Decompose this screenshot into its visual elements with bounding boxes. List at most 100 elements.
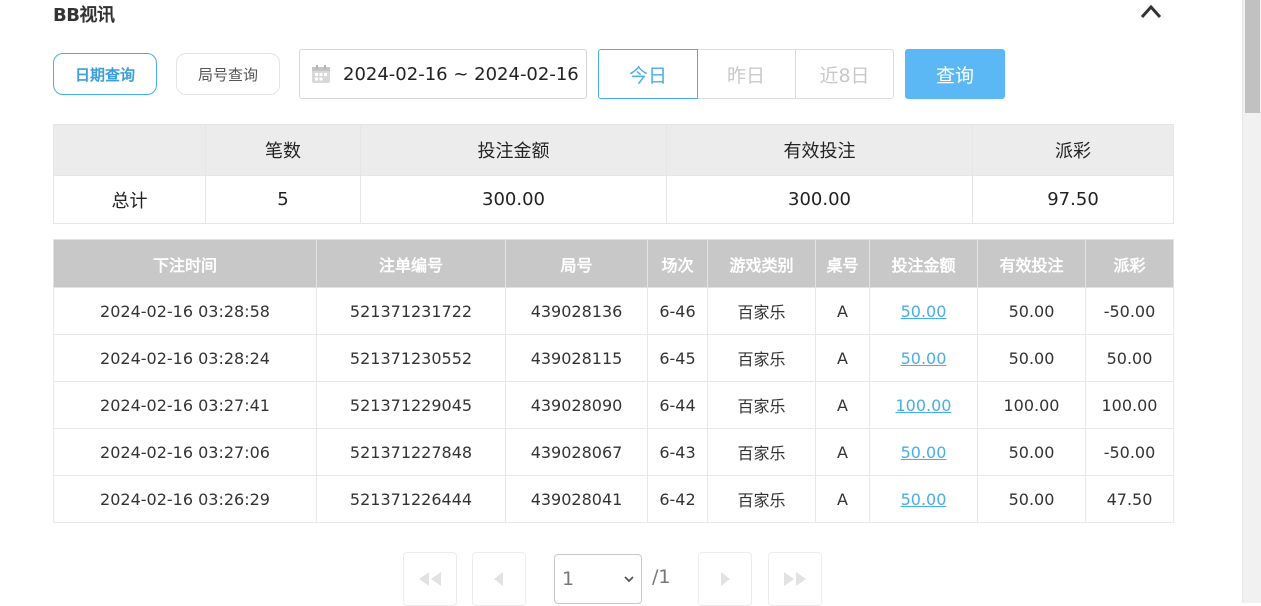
next-page-button[interactable] [698, 552, 752, 606]
records-header-row: 下注时间 注单编号 局号 场次 游戏类别 桌号 投注金额 有效投注 派彩 [53, 239, 1174, 288]
scrollbar-thumb[interactable] [1245, 0, 1260, 113]
calendar-icon [312, 65, 330, 83]
header-bet-no: 注单编号 [316, 239, 506, 288]
cell-bet: 50.00 [869, 334, 978, 382]
cell-time: 2024-02-16 03:27:06 [53, 428, 317, 476]
last-page-icon [784, 572, 806, 586]
cell-valid: 50.00 [977, 475, 1086, 523]
cell-session: 6-45 [647, 334, 708, 382]
header-game-type: 游戏类别 [707, 239, 816, 288]
summary-header-bet: 投注金额 [360, 124, 667, 176]
page-select[interactable]: 1 [554, 554, 642, 604]
cell-session: 6-42 [647, 475, 708, 523]
cell-session: 6-44 [647, 381, 708, 429]
cell-valid: 50.00 [977, 334, 1086, 382]
summary-row: 总计 5 300.00 300.00 97.50 [53, 175, 1174, 224]
header-bet-amount: 投注金额 [869, 239, 978, 288]
last-8-days-button[interactable]: 近8日 [795, 49, 894, 99]
cell-bet: 50.00 [869, 287, 978, 335]
cell-game: 百家乐 [707, 381, 816, 429]
first-page-icon [419, 572, 441, 586]
cell-round: 439028041 [505, 475, 648, 523]
cell-valid: 50.00 [977, 287, 1086, 335]
yesterday-button[interactable]: 昨日 [697, 49, 796, 99]
cell-session: 6-43 [647, 428, 708, 476]
page-select-value: 1 [562, 568, 575, 590]
cell-time: 2024-02-16 03:28:24 [53, 334, 317, 382]
prev-page-button[interactable] [472, 552, 526, 606]
summary-table: 笔数 投注金额 有效投注 派彩 总计 5 300.00 300.00 97.50 [53, 124, 1174, 224]
date-range-value: 2024-02-16 ~ 2024-02-16 [343, 63, 579, 85]
bet-amount-link[interactable]: 50.00 [901, 302, 947, 321]
summary-bet: 300.00 [360, 175, 667, 224]
prev-page-icon [494, 572, 503, 586]
cell-bet-no: 521371231722 [316, 287, 506, 335]
cell-time: 2024-02-16 03:28:58 [53, 287, 317, 335]
cell-table: A [815, 381, 870, 429]
header-session: 场次 [647, 239, 708, 288]
cell-bet-no: 521371226444 [316, 475, 506, 523]
header-round: 局号 [505, 239, 648, 288]
cell-round: 439028067 [505, 428, 648, 476]
cell-round: 439028115 [505, 334, 648, 382]
header-bet-time: 下注时间 [53, 239, 317, 288]
table-row: 2024-02-16 03:27:06 521371227848 4390280… [53, 428, 1174, 476]
today-button[interactable]: 今日 [598, 49, 698, 99]
bet-amount-link[interactable]: 100.00 [896, 396, 952, 415]
page-total: /1 [652, 566, 671, 588]
cell-game: 百家乐 [707, 287, 816, 335]
cell-bet-no: 521371230552 [316, 334, 506, 382]
summary-header-blank [53, 124, 206, 176]
cell-payout: 100.00 [1085, 381, 1174, 429]
cell-payout: 47.50 [1085, 475, 1174, 523]
cell-bet-no: 521371227848 [316, 428, 506, 476]
table-row: 2024-02-16 03:26:29 521371226444 4390280… [53, 475, 1174, 523]
chevron-up-icon[interactable] [1139, 2, 1163, 20]
cell-table: A [815, 287, 870, 335]
cell-bet: 50.00 [869, 475, 978, 523]
cell-valid: 100.00 [977, 381, 1086, 429]
cell-time: 2024-02-16 03:26:29 [53, 475, 317, 523]
bet-amount-link[interactable]: 50.00 [901, 490, 947, 509]
cell-bet: 50.00 [869, 428, 978, 476]
cell-bet: 100.00 [869, 381, 978, 429]
first-page-button[interactable] [403, 552, 457, 606]
header-table-no: 桌号 [815, 239, 870, 288]
date-query-button[interactable]: 日期查询 [53, 53, 157, 95]
round-query-button[interactable]: 局号查询 [176, 53, 280, 95]
cell-round: 439028090 [505, 381, 648, 429]
date-range-input[interactable]: 2024-02-16 ~ 2024-02-16 [299, 49, 587, 99]
cell-table: A [815, 428, 870, 476]
cell-time: 2024-02-16 03:27:41 [53, 381, 317, 429]
cell-table: A [815, 475, 870, 523]
cell-bet-no: 521371229045 [316, 381, 506, 429]
bet-amount-link[interactable]: 50.00 [901, 443, 947, 462]
query-button[interactable]: 查询 [905, 49, 1005, 99]
summary-header-payout: 派彩 [972, 124, 1174, 176]
cell-session: 6-46 [647, 287, 708, 335]
cell-payout: -50.00 [1085, 287, 1174, 335]
cell-game: 百家乐 [707, 475, 816, 523]
last-page-button[interactable] [768, 552, 822, 606]
header-payout: 派彩 [1085, 239, 1174, 288]
table-row: 2024-02-16 03:28:24 521371230552 4390281… [53, 334, 1174, 382]
table-row: 2024-02-16 03:27:41 521371229045 4390280… [53, 381, 1174, 429]
cell-game: 百家乐 [707, 428, 816, 476]
summary-label: 总计 [53, 175, 206, 224]
summary-header-count: 笔数 [205, 124, 361, 176]
table-row: 2024-02-16 03:28:58 521371231722 4390281… [53, 287, 1174, 335]
summary-header-row: 笔数 投注金额 有效投注 派彩 [53, 124, 1174, 176]
bet-amount-link[interactable]: 50.00 [901, 349, 947, 368]
summary-count: 5 [205, 175, 361, 224]
cell-round: 439028136 [505, 287, 648, 335]
chevron-down-icon [624, 576, 634, 583]
summary-payout: 97.50 [972, 175, 1174, 224]
cell-table: A [815, 334, 870, 382]
summary-valid: 300.00 [666, 175, 973, 224]
cell-payout: -50.00 [1085, 428, 1174, 476]
cell-game: 百家乐 [707, 334, 816, 382]
next-page-icon [721, 572, 730, 586]
cell-payout: 50.00 [1085, 334, 1174, 382]
page-title: BB视讯 [53, 5, 115, 26]
header-valid-bet: 有效投注 [977, 239, 1086, 288]
